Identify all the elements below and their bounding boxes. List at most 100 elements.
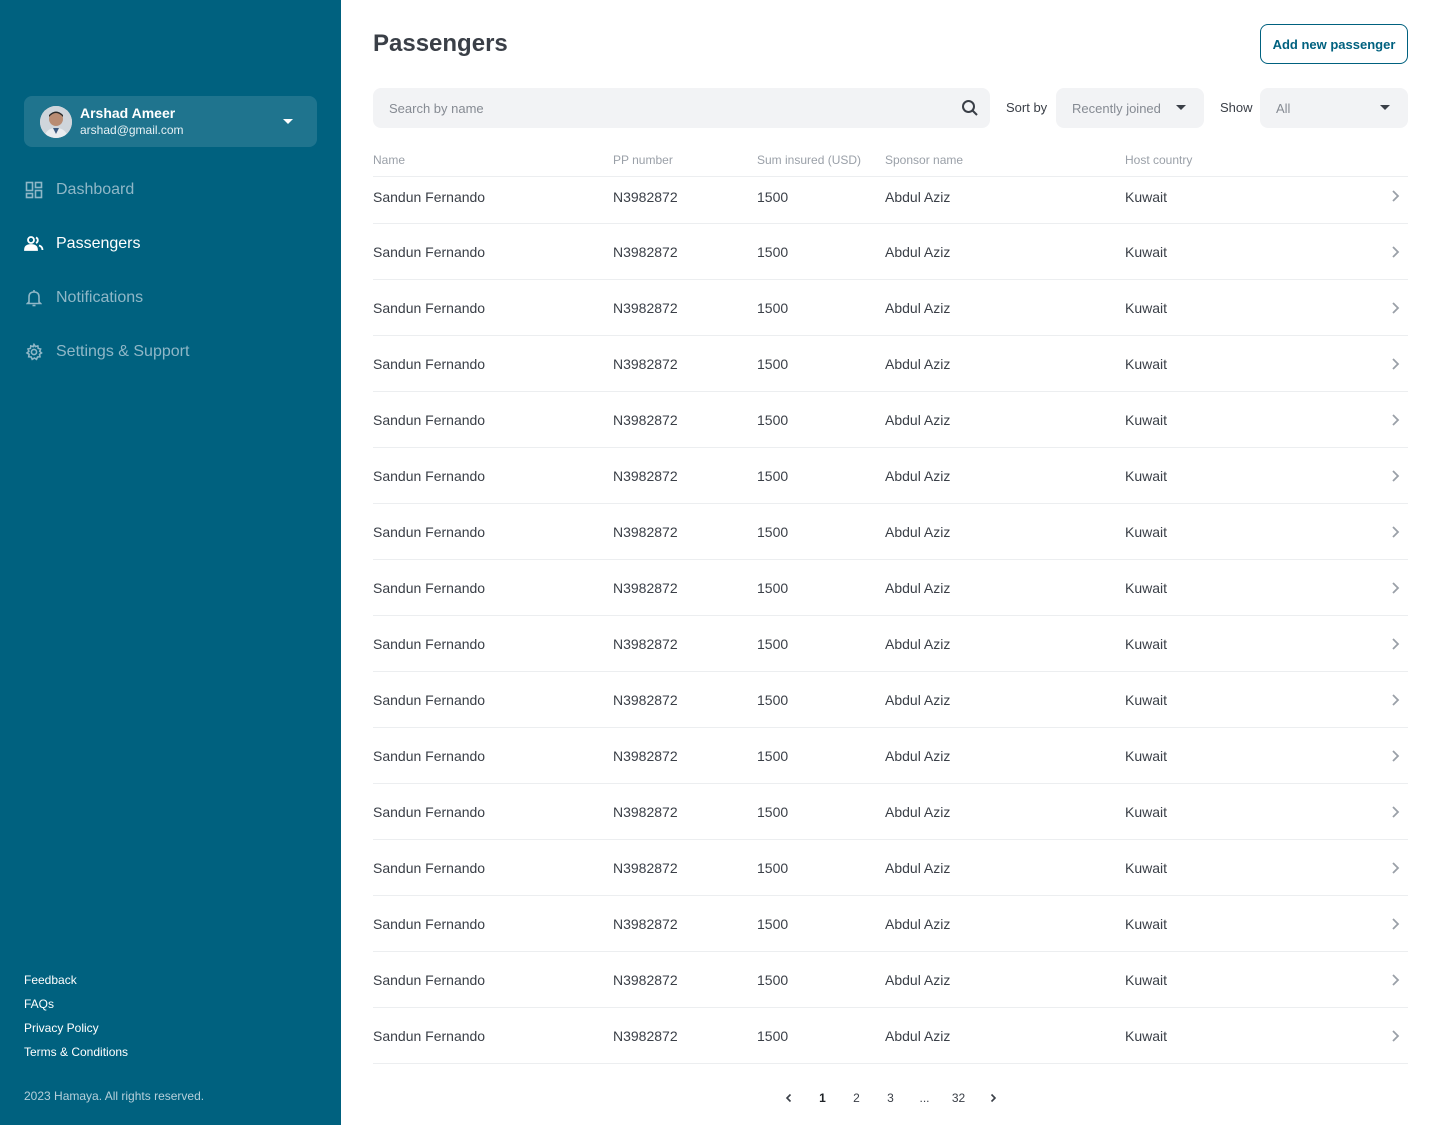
chevron-right-icon[interactable]	[1375, 189, 1408, 203]
cell-host-country: Kuwait	[1125, 355, 1168, 372]
table-row[interactable]: Sandun Fernando N3982872 1500 Abdul Aziz Kuw…	[373, 952, 1408, 1008]
page-button[interactable]: 32	[942, 1086, 976, 1110]
terms-link[interactable]: Terms & Conditions	[24, 1040, 128, 1064]
table-row[interactable]: Sandun Fernando N3982872 1500 Abdul Aziz Kuw…	[373, 672, 1408, 728]
sidebar-item-label: Settings & Support	[56, 343, 190, 360]
cell-pp-number: N3982872	[613, 355, 678, 372]
table-row[interactable]: Sandun Fernando N3982872 1500 Abdul Aziz Kuw…	[373, 504, 1408, 560]
next-page-button[interactable]	[976, 1086, 1010, 1110]
cell-host-country: Kuwait	[1125, 635, 1168, 652]
cell-name: Sandun Fernando	[373, 803, 486, 820]
chevron-right-icon[interactable]	[1375, 357, 1408, 371]
column-header-name: Name	[373, 153, 406, 167]
table-row[interactable]: Sandun Fernando N3982872 1500 Abdul Aziz Kuw…	[373, 616, 1408, 672]
table-row[interactable]: Sandun Fernando N3982872 1500 Abdul Aziz Kuw…	[373, 392, 1408, 448]
sidebar-item-settings[interactable]: Settings & Support	[24, 334, 317, 370]
chevron-right-icon[interactable]	[1375, 245, 1408, 259]
chevron-right-icon[interactable]	[1375, 861, 1408, 875]
sidebar-item-dashboard[interactable]: Dashboard	[24, 172, 317, 208]
chevron-right-icon[interactable]	[1375, 693, 1408, 707]
faqs-link[interactable]: FAQs	[24, 992, 128, 1016]
add-passenger-button[interactable]: Add new passenger	[1260, 24, 1408, 64]
cell-name: Sandun Fernando	[373, 971, 486, 988]
cell-sum-insured: 1500	[757, 915, 789, 932]
table-row[interactable]: Sandun Fernando N3982872 1500 Abdul Aziz Kuw…	[373, 1008, 1408, 1064]
cell-sponsor: Abdul Aziz	[885, 803, 951, 820]
chevron-right-icon[interactable]	[1375, 749, 1408, 763]
chevron-right-icon[interactable]	[1375, 581, 1408, 595]
page-button[interactable]: 3	[874, 1086, 908, 1110]
table-row[interactable]: Sandun Fernando N3982872 1500 Abdul Aziz Kuw…	[373, 336, 1408, 392]
cell-sum-insured: 1500	[757, 299, 789, 316]
chevron-right-icon[interactable]	[1375, 469, 1408, 483]
page-button[interactable]: 1	[806, 1086, 840, 1110]
chevron-right-icon[interactable]	[1375, 525, 1408, 539]
caret-down-icon	[283, 119, 293, 124]
cell-sponsor: Abdul Aziz	[885, 355, 951, 372]
chevron-right-icon[interactable]	[1375, 1029, 1408, 1043]
sidebar-nav: Dashboard Passengers Notifications Setti…	[24, 172, 317, 388]
column-header-host-country: Host country	[1125, 153, 1193, 167]
cell-sum-insured: 1500	[757, 355, 789, 372]
profile-menu[interactable]: Arshad Ameer arshad@gmail.com	[24, 96, 317, 147]
cell-sum-insured: 1500	[757, 189, 789, 205]
cell-name: Sandun Fernando	[373, 1027, 486, 1044]
cell-sum-insured: 1500	[757, 411, 789, 428]
cell-sponsor: Abdul Aziz	[885, 635, 951, 652]
caret-down-icon	[1380, 105, 1390, 110]
cell-name: Sandun Fernando	[373, 243, 486, 260]
table-row[interactable]: Sandun Fernando N3982872 1500 Abdul Aziz Kuw…	[373, 560, 1408, 616]
page-button[interactable]: 2	[840, 1086, 874, 1110]
cell-pp-number: N3982872	[613, 1027, 678, 1044]
chevron-right-icon[interactable]	[1375, 917, 1408, 931]
cell-sponsor: Abdul Aziz	[885, 691, 951, 708]
sort-select[interactable]: Recently joined	[1056, 88, 1204, 128]
cell-name: Sandun Fernando	[373, 691, 486, 708]
profile-email: arshad@gmail.com	[80, 123, 184, 137]
chevron-right-icon[interactable]	[1375, 637, 1408, 651]
search-input[interactable]	[373, 88, 960, 128]
cell-name: Sandun Fernando	[373, 915, 486, 932]
table-row[interactable]: Sandun Fernando N3982872 1500 Abdul Aziz Kuw…	[373, 177, 1408, 224]
cell-host-country: Kuwait	[1125, 299, 1168, 316]
table-row[interactable]: Sandun Fernando N3982872 1500 Abdul Aziz Kuw…	[373, 728, 1408, 784]
cell-sponsor: Abdul Aziz	[885, 1027, 951, 1044]
table-row[interactable]: Sandun Fernando N3982872 1500 Abdul Aziz Kuw…	[373, 448, 1408, 504]
cell-pp-number: N3982872	[613, 243, 678, 260]
show-select[interactable]: All	[1260, 88, 1408, 128]
chevron-right-icon[interactable]	[1375, 973, 1408, 987]
sidebar-item-notifications[interactable]: Notifications	[24, 280, 317, 316]
toolbar: Sort by Recently joined Show All	[373, 88, 1408, 128]
sort-value: Recently joined	[1072, 100, 1161, 116]
show-label: Show	[1220, 100, 1253, 115]
chevron-right-icon[interactable]	[1375, 805, 1408, 819]
cell-sum-insured: 1500	[757, 467, 789, 484]
cell-host-country: Kuwait	[1125, 915, 1168, 932]
cell-pp-number: N3982872	[613, 635, 678, 652]
cell-host-country: Kuwait	[1125, 467, 1168, 484]
cell-sponsor: Abdul Aziz	[885, 971, 951, 988]
footer-links: Feedback FAQs Privacy Policy Terms & Con…	[24, 968, 128, 1064]
cell-name: Sandun Fernando	[373, 299, 486, 316]
column-header-sponsor: Sponsor name	[885, 153, 964, 167]
chevron-right-icon[interactable]	[1375, 301, 1408, 315]
privacy-policy-link[interactable]: Privacy Policy	[24, 1016, 128, 1040]
caret-down-icon	[1176, 105, 1186, 110]
table-row[interactable]: Sandun Fernando N3982872 1500 Abdul Aziz Kuw…	[373, 224, 1408, 280]
chevron-right-icon[interactable]	[1375, 413, 1408, 427]
prev-page-button[interactable]	[772, 1086, 806, 1110]
search-icon[interactable]	[960, 98, 980, 118]
bell-icon	[24, 288, 44, 308]
cell-sponsor: Abdul Aziz	[885, 299, 951, 316]
sidebar-item-passengers[interactable]: Passengers	[24, 226, 317, 262]
cell-host-country: Kuwait	[1125, 523, 1168, 540]
cell-sum-insured: 1500	[757, 523, 789, 540]
table-row[interactable]: Sandun Fernando N3982872 1500 Abdul Aziz Kuw…	[373, 280, 1408, 336]
table-row[interactable]: Sandun Fernando N3982872 1500 Abdul Aziz Kuw…	[373, 840, 1408, 896]
table-row[interactable]: Sandun Fernando N3982872 1500 Abdul Aziz Kuw…	[373, 784, 1408, 840]
feedback-link[interactable]: Feedback	[24, 968, 128, 992]
table-row[interactable]: Sandun Fernando N3982872 1500 Abdul Aziz Kuw…	[373, 896, 1408, 952]
show-value: All	[1276, 100, 1291, 116]
sort-label: Sort by	[1006, 100, 1048, 115]
cell-pp-number: N3982872	[613, 803, 678, 820]
